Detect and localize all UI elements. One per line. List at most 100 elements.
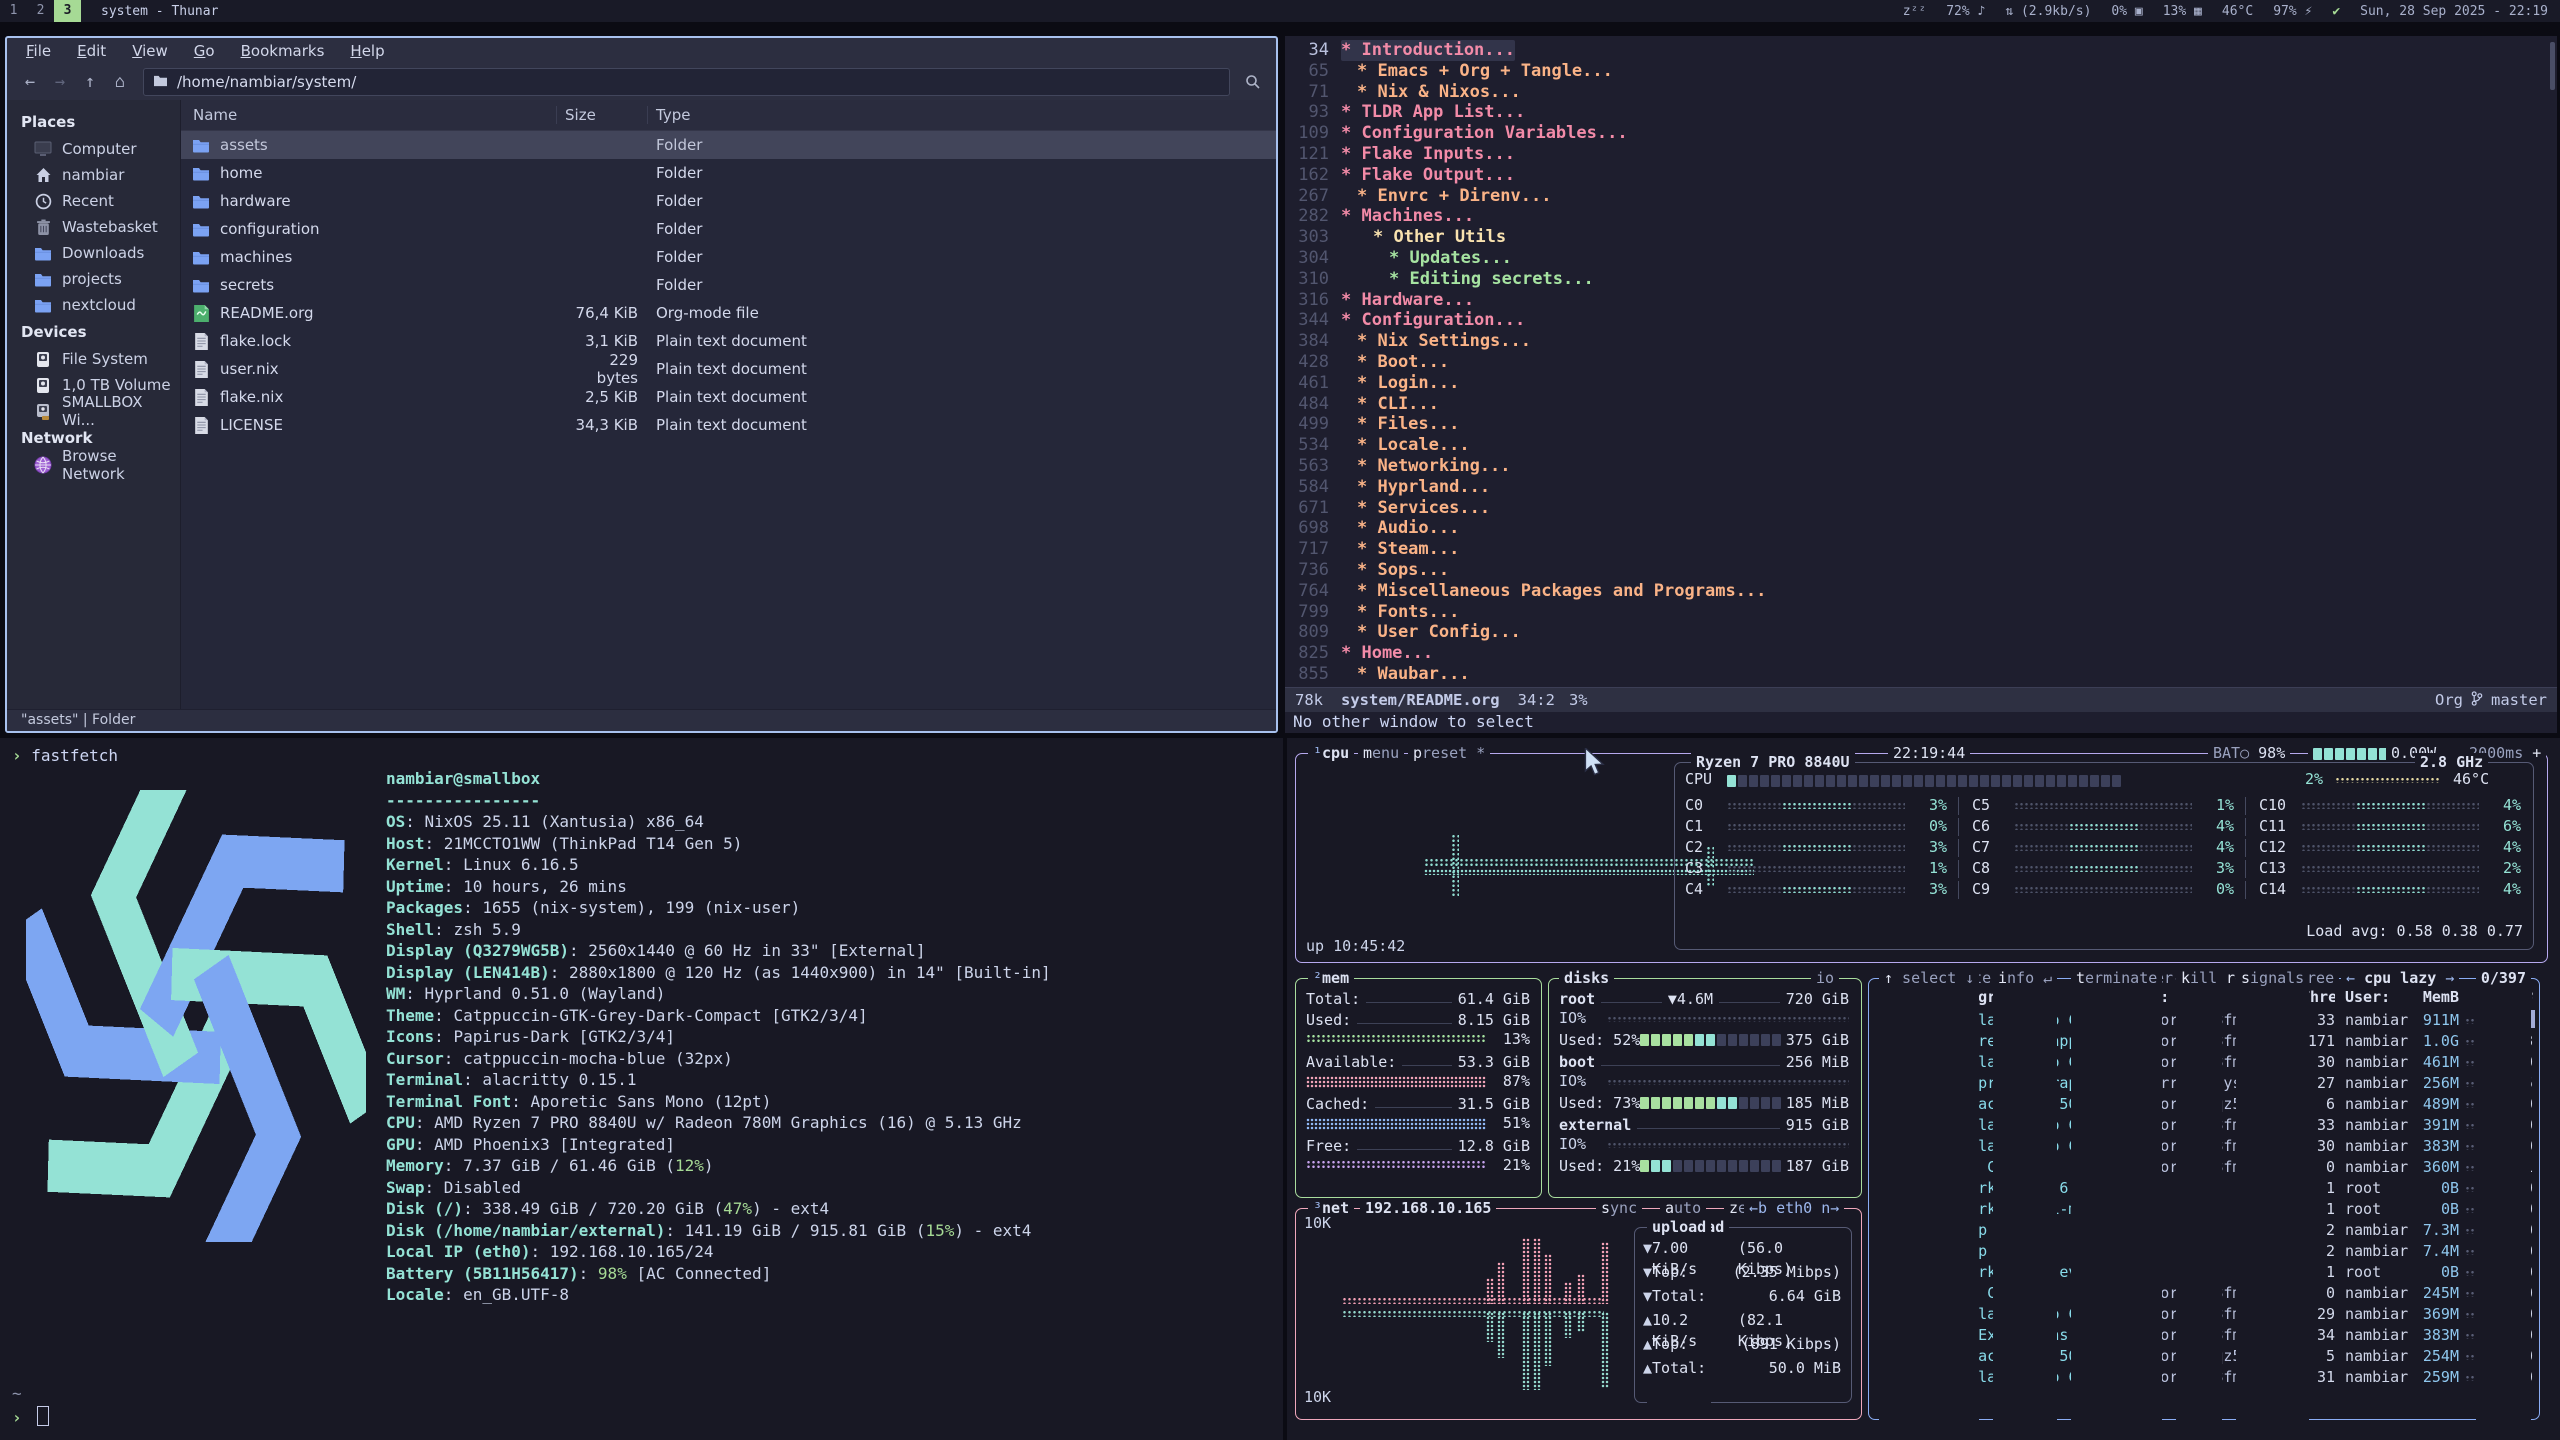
org-heading[interactable]: * Services... — [1357, 498, 1490, 519]
net-option-sync[interactable]: sync — [1596, 1199, 1642, 1217]
org-heading[interactable]: * Machines... — [1341, 206, 1474, 227]
menu-file[interactable]: File — [13, 38, 64, 64]
sidebar-item-downloads[interactable]: Downloads — [7, 240, 180, 266]
org-heading[interactable]: * Flake Inputs... — [1341, 144, 1515, 165]
net-interface[interactable]: ←b eth0 n→ — [1744, 1199, 1844, 1217]
file-row-configuration[interactable]: configurationFolder — [181, 215, 1276, 243]
sidebar-item-computer[interactable]: Computer — [7, 136, 180, 162]
workspace-3[interactable]: 3 — [54, 0, 81, 22]
workspace-2[interactable]: 2 — [27, 0, 54, 22]
cpu-total-label: CPU — [1685, 769, 1712, 790]
menu-view[interactable]: View — [119, 38, 181, 64]
meter-block — [1804, 775, 1813, 787]
org-heading[interactable]: * Envrc + Direnv... — [1357, 186, 1551, 207]
menu-go[interactable]: Go — [181, 38, 228, 64]
file-row-flake-lock[interactable]: flake.lock3,1 KiBPlain text document — [181, 327, 1276, 355]
sidebar-item-smallbox-wi-[interactable]: SMALLBOX Wi... — [7, 398, 180, 424]
io-mode-button[interactable]: io — [1811, 969, 1839, 987]
org-heading[interactable]: * Configuration... — [1341, 310, 1525, 331]
column-name[interactable]: Name — [181, 106, 557, 124]
disk-io-label: IO% — [1559, 1071, 1586, 1092]
forward-button[interactable]: → — [45, 69, 75, 95]
org-heading[interactable]: * Hyprland... — [1357, 477, 1490, 498]
up-button[interactable]: ↑ — [75, 69, 105, 95]
preset-button[interactable]: preset * — [1408, 744, 1490, 762]
org-heading[interactable]: * Sops... — [1357, 560, 1449, 581]
mouse-cursor — [1583, 748, 1609, 778]
meter-block — [1761, 1097, 1770, 1109]
org-heading[interactable]: * Hardware... — [1341, 290, 1474, 311]
org-heading[interactable]: * Miscellaneous Packages and Programs... — [1357, 581, 1766, 602]
org-heading[interactable]: * Locale... — [1357, 435, 1470, 456]
org-heading[interactable]: * Boot... — [1357, 352, 1449, 373]
back-button[interactable]: ← — [15, 69, 45, 95]
path-bar[interactable]: /home/nambiar/system/ — [143, 68, 1230, 96]
file-row-license[interactable]: LICENSE34,3 KiBPlain text document — [181, 411, 1276, 439]
terminal-window[interactable]: › fastfetch ~ › nambiar@smallbox--------… — [0, 738, 1283, 1440]
sidebar-item-nextcloud[interactable]: nextcloud — [7, 292, 180, 318]
org-heading[interactable]: * Updates... — [1389, 248, 1512, 269]
org-heading[interactable]: * Login... — [1357, 373, 1459, 394]
workspace-1[interactable]: 1 — [0, 0, 27, 22]
org-heading[interactable]: * Files... — [1357, 414, 1459, 435]
column-size[interactable]: Size — [557, 106, 648, 124]
org-heading[interactable]: * Nix & Nixos... — [1357, 82, 1521, 103]
mem-meter-row: 21% — [1306, 1155, 1530, 1176]
org-heading[interactable]: * Waubar... — [1357, 664, 1470, 685]
home-button[interactable]: ⌂ — [105, 69, 135, 95]
proc-action-4[interactable]: signals — [2236, 969, 2309, 1429]
file-row-machines[interactable]: machinesFolder — [181, 243, 1276, 271]
proc-action-3[interactable]: kill — [2176, 969, 2222, 1429]
org-heading[interactable]: * Editing secrets... — [1389, 269, 1594, 290]
net-box: ³net192.168.10.165syncautozero←b eth0 n→… — [1295, 1208, 1862, 1420]
org-heading[interactable]: * User Config... — [1357, 622, 1521, 643]
org-heading[interactable]: * Flake Output... — [1341, 165, 1515, 186]
org-heading[interactable]: * Audio... — [1357, 518, 1459, 539]
sidebar-item-recent[interactable]: Recent — [7, 188, 180, 214]
sidebar-item-nambiar[interactable]: nambiar — [7, 162, 180, 188]
proc-action-0[interactable]: ↑ select ↓ — [1879, 969, 1979, 1429]
sidebar-item-wastebasket[interactable]: Wastebasket — [7, 214, 180, 240]
file-row-readme-org[interactable]: README.org76,4 KiBOrg-mode file — [181, 299, 1276, 327]
emacs-scrollbar-thumb[interactable] — [2550, 42, 2555, 90]
sort-column-selector[interactable]: ← cpu lazy → — [2341, 969, 2459, 987]
meter-block — [1739, 1097, 1748, 1109]
search-button[interactable] — [1238, 69, 1268, 95]
menu-help[interactable]: Help — [337, 38, 397, 64]
leader-line — [1375, 1107, 1452, 1108]
column-type[interactable]: Type — [648, 106, 1276, 124]
file-row-assets[interactable]: assetsFolder — [181, 131, 1276, 159]
sidebar-item-browse-network[interactable]: Browse Network — [7, 452, 180, 478]
line-number: 534 — [1285, 435, 1329, 456]
org-heading[interactable]: * Nix Settings... — [1357, 331, 1531, 352]
menu-edit[interactable]: Edit — [64, 38, 119, 64]
menu-button[interactable]: menu — [1358, 744, 1404, 762]
buffer-size: 78k — [1295, 691, 1323, 709]
org-heading[interactable]: * CLI... — [1357, 394, 1439, 415]
file-row-home[interactable]: homeFolder — [181, 159, 1276, 187]
proc-action-1[interactable]: info ↵ — [1993, 969, 2057, 1429]
org-heading[interactable]: * Fonts... — [1357, 602, 1459, 623]
proc-action-2[interactable]: terminate — [2071, 969, 2162, 1429]
core-label: C12 — [2259, 837, 2286, 858]
file-row-hardware[interactable]: hardwareFolder — [181, 187, 1276, 215]
menu-bookmarks[interactable]: Bookmarks — [228, 38, 338, 64]
sidebar-item-projects[interactable]: projects — [7, 266, 180, 292]
prompt-chevron: › — [12, 746, 22, 765]
file-row-flake-nix[interactable]: flake.nix2,5 KiBPlain text document — [181, 383, 1276, 411]
org-heading[interactable]: * Introduction... — [1341, 40, 1515, 61]
org-heading[interactable]: * Emacs + Org + Tangle... — [1357, 61, 1613, 82]
fastfetch-terminal: Terminal: alacritty 0.15.1 — [386, 1069, 636, 1091]
file-list-header[interactable]: Name Size Type — [181, 100, 1276, 131]
org-heading[interactable]: * Steam... — [1357, 539, 1459, 560]
file-row-user-nix[interactable]: user.nix229 bytesPlain text document — [181, 355, 1276, 383]
org-heading[interactable]: * Networking... — [1357, 456, 1511, 477]
file-row-secrets[interactable]: secretsFolder — [181, 271, 1276, 299]
btop-window[interactable]: ¹cpumenupreset *22:19:44BAT○ 98%0.00W- 2… — [1287, 738, 2560, 1440]
org-heading[interactable]: * Home... — [1341, 643, 1433, 664]
sidebar-item-file-system[interactable]: File System — [7, 346, 180, 372]
net-option-auto[interactable]: auto — [1660, 1199, 1706, 1217]
org-heading[interactable]: * Other Utils — [1373, 227, 1506, 248]
org-heading[interactable]: * TLDR App List... — [1341, 102, 1525, 123]
org-heading[interactable]: * Configuration Variables... — [1341, 123, 1628, 144]
